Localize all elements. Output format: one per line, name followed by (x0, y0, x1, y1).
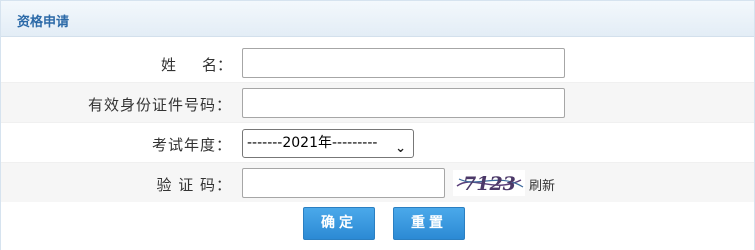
panel-header: 资格申请 (1, 1, 754, 37)
confirm-button[interactable]: 确定 (303, 207, 375, 240)
id-number-label: 有效身份证件号码： (87, 96, 232, 114)
reset-button[interactable]: 重置 (393, 207, 465, 240)
captcha-input[interactable] (242, 168, 445, 198)
refresh-captcha-link[interactable]: 刷新 (529, 175, 555, 194)
button-row: 确定 重置 (1, 202, 754, 250)
panel-title: 资格申请 (17, 15, 70, 30)
exam-year-select[interactable]: -------2021年--------- ⌄ (242, 129, 414, 158)
form-row-captcha: 验 证 码： 7123 刷新 (1, 163, 754, 203)
form-row-id: 有效身份证件号码： (1, 83, 754, 123)
exam-year-label: 考试年度： (151, 136, 232, 154)
application-panel: 资格申请 姓名： 有效身份证件号码： 考试年度： -------2021年---… (0, 0, 755, 250)
captcha-image[interactable]: 7123 (453, 170, 525, 196)
chevron-down-icon: ⌄ (395, 141, 406, 156)
exam-year-selected: -------2021年--------- (247, 135, 378, 151)
captcha-text: 7123 (463, 173, 516, 195)
form-row-year: 考试年度： -------2021年--------- ⌄ (1, 123, 754, 163)
form-row-name: 姓名： (1, 43, 754, 83)
captcha-label: 验 证 码： (156, 176, 232, 194)
name-label: 姓名： (160, 56, 232, 74)
name-input[interactable] (242, 48, 565, 78)
id-number-input[interactable] (242, 88, 565, 118)
